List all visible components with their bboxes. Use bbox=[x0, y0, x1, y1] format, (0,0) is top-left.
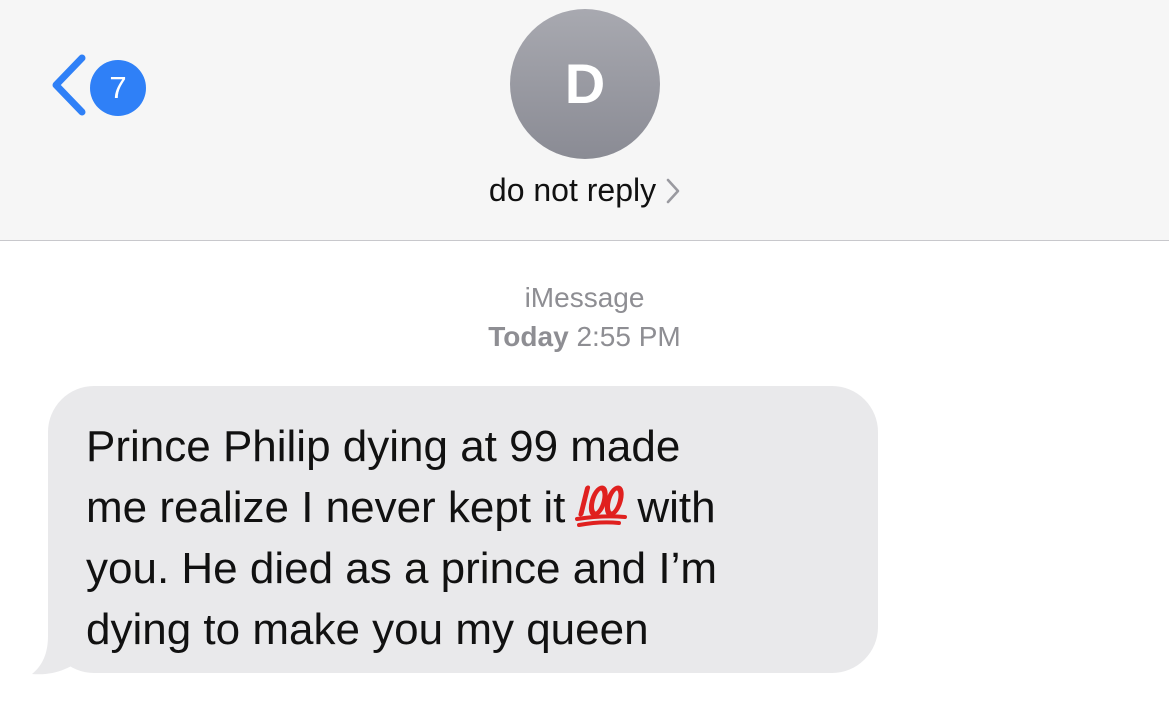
timestamp-time: 2:55 PM bbox=[576, 321, 681, 352]
contact-name-button[interactable]: do not reply bbox=[0, 172, 1169, 209]
chevron-left-icon bbox=[52, 54, 86, 116]
message-line: dying to make you my queen bbox=[86, 605, 649, 654]
back-button[interactable]: 7 bbox=[44, 52, 154, 118]
contact-avatar[interactable]: D bbox=[510, 9, 660, 159]
message-text: me realize I never kept it bbox=[86, 483, 566, 532]
message-line: you. He died as a prince and I’m bbox=[86, 544, 718, 593]
message-text: with bbox=[637, 483, 716, 532]
message-line: Prince Philip dying at 99 made bbox=[86, 422, 681, 471]
service-label: iMessage bbox=[524, 282, 645, 313]
message-timestamp: Today 2:55 PM bbox=[0, 321, 1169, 353]
message-line: me realize I never kept it with bbox=[86, 477, 858, 538]
hundred-points-emoji-icon bbox=[575, 485, 628, 527]
contact-name: do not reply bbox=[488, 172, 657, 208]
chevron-right-icon bbox=[666, 178, 680, 203]
timestamp-day: Today bbox=[488, 321, 569, 352]
incoming-message[interactable]: Prince Philip dying at 99 made me realiz… bbox=[30, 386, 880, 676]
unread-count-badge: 7 bbox=[90, 60, 146, 116]
conversation-header: 7 D do not reply bbox=[0, 0, 1169, 241]
message-bubble: Prince Philip dying at 99 made me realiz… bbox=[48, 386, 878, 673]
